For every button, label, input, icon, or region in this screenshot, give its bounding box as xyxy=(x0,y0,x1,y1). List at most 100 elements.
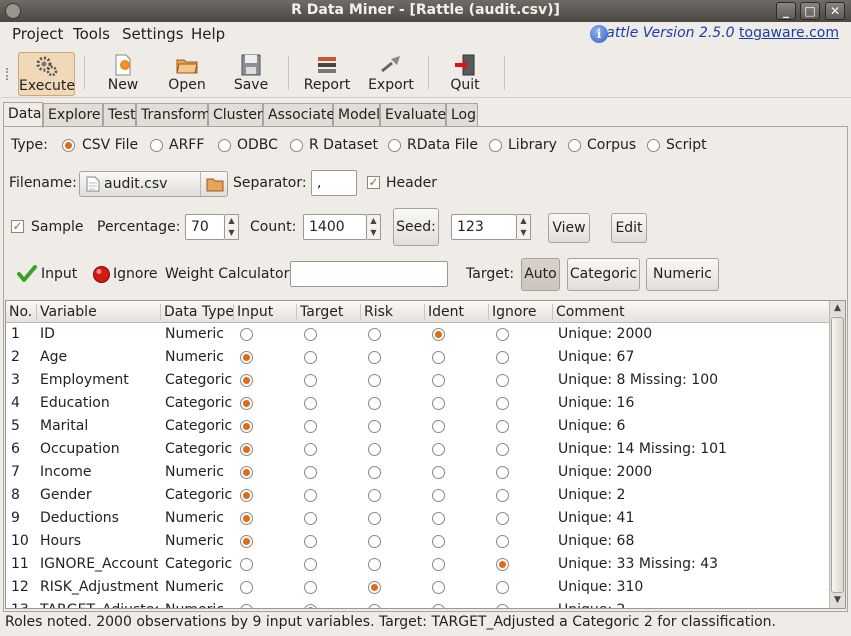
type-option-corpus[interactable]: Corpus xyxy=(587,137,636,153)
role-radio-ident[interactable] xyxy=(432,558,445,571)
table-row[interactable]: 6 Occupation Categoric Unique: 14 Missing: … xyxy=(6,438,830,461)
table-row[interactable]: 13 TARGET_Adjusted Numeric Unique: 2 xyxy=(6,599,830,608)
role-radio-input[interactable] xyxy=(240,512,253,525)
role-radio-ident[interactable] xyxy=(432,581,445,594)
new-button[interactable]: New xyxy=(100,52,146,96)
count-spinner[interactable]: ▲ ▼ xyxy=(367,214,381,240)
role-radio-risk[interactable] xyxy=(368,443,381,456)
role-radio-target[interactable] xyxy=(304,489,317,502)
role-radio-target[interactable] xyxy=(304,581,317,594)
table-row[interactable]: 10 Hours Numeric Unique: 68 xyxy=(6,530,830,553)
role-radio-risk[interactable] xyxy=(368,351,381,364)
table-row[interactable]: 8 Gender Categoric Unique: 2 xyxy=(6,484,830,507)
tab-transform[interactable]: Transform xyxy=(136,103,211,126)
table-row[interactable]: 3 Employment Categoric Unique: 8 Missing: 1… xyxy=(6,369,830,392)
role-radio-ignore[interactable] xyxy=(496,535,509,548)
tab-data[interactable]: Data xyxy=(3,102,43,128)
role-radio-ident[interactable] xyxy=(432,397,445,410)
sample-label[interactable]: Sample xyxy=(31,219,84,235)
table-row[interactable]: 5 Marital Categoric Unique: 6 xyxy=(6,415,830,438)
column-header-no[interactable]: No. xyxy=(9,304,32,320)
count-input[interactable]: 1400 xyxy=(303,214,367,240)
role-radio-ident[interactable] xyxy=(432,489,445,502)
type-radio-arff[interactable] xyxy=(150,139,163,152)
tab-explore[interactable]: Explore xyxy=(43,103,103,126)
percentage-spinner[interactable]: ▲ ▼ xyxy=(225,214,239,240)
role-radio-input[interactable] xyxy=(240,489,253,502)
seed-button[interactable]: Seed: xyxy=(393,208,439,246)
table-row[interactable]: 9 Deductions Numeric Unique: 41 xyxy=(6,507,830,530)
role-radio-ident[interactable] xyxy=(432,374,445,387)
column-header-variable[interactable]: Variable xyxy=(40,304,97,320)
type-option-rdatafile[interactable]: RData File xyxy=(407,137,478,153)
role-radio-input[interactable] xyxy=(240,535,253,548)
menu-tools[interactable]: Tools xyxy=(73,25,110,43)
report-button[interactable]: Report xyxy=(302,52,352,96)
view-button[interactable]: View xyxy=(548,213,590,243)
type-option-script[interactable]: Script xyxy=(666,137,707,153)
separator-input[interactable]: , xyxy=(311,170,357,196)
type-radio-csv[interactable] xyxy=(62,139,75,152)
tab-evaluate[interactable]: Evaluate xyxy=(380,103,446,126)
scroll-down-arrow-icon[interactable]: ▼ xyxy=(830,593,845,608)
role-radio-risk[interactable] xyxy=(368,328,381,341)
column-header-data-type[interactable]: Data Type xyxy=(164,304,234,320)
role-radio-input[interactable] xyxy=(240,374,253,387)
seed-input[interactable]: 123 xyxy=(451,214,517,240)
role-radio-ident[interactable] xyxy=(432,420,445,433)
role-radio-ident[interactable] xyxy=(432,512,445,525)
role-radio-risk[interactable] xyxy=(368,466,381,479)
menu-project[interactable]: Project xyxy=(12,25,63,43)
export-button[interactable]: Export xyxy=(366,52,416,96)
type-radio-rdatafile[interactable] xyxy=(388,139,401,152)
role-radio-ident[interactable] xyxy=(432,466,445,479)
tab-cluster[interactable]: Cluster xyxy=(208,103,263,126)
role-radio-ident[interactable] xyxy=(432,328,445,341)
target-auto-button[interactable]: Auto xyxy=(521,258,560,291)
role-radio-risk[interactable] xyxy=(368,581,381,594)
weight-calculator-input[interactable] xyxy=(290,261,448,287)
type-option-rdataset[interactable]: R Dataset xyxy=(309,137,378,153)
tab-associate[interactable]: Associate xyxy=(263,103,335,126)
column-header-target[interactable]: Target xyxy=(300,304,343,320)
role-radio-ignore[interactable] xyxy=(496,397,509,410)
header-checkbox[interactable]: ✓ xyxy=(367,176,380,189)
minimize-button[interactable]: _ xyxy=(776,2,796,20)
open-button[interactable]: Open xyxy=(164,52,210,96)
ignore-button[interactable]: Ignore xyxy=(89,263,158,285)
role-radio-risk[interactable] xyxy=(368,489,381,502)
variables-table[interactable]: No. Variable Data Type Input Target Risk… xyxy=(5,300,846,609)
tab-model[interactable]: Model xyxy=(333,103,380,126)
role-radio-target[interactable] xyxy=(304,420,317,433)
column-header-input[interactable]: Input xyxy=(237,304,273,320)
role-radio-ignore[interactable] xyxy=(496,420,509,433)
table-row[interactable]: 12 RISK_Adjustment Numeric Unique: 310 xyxy=(6,576,830,599)
seed-spinner[interactable]: ▲ ▼ xyxy=(517,214,531,240)
role-radio-ident[interactable] xyxy=(432,535,445,548)
role-radio-ignore[interactable] xyxy=(496,466,509,479)
tab-log[interactable]: Log xyxy=(446,103,478,126)
role-radio-input[interactable] xyxy=(240,328,253,341)
tab-test[interactable]: Test xyxy=(103,103,136,126)
execute-button[interactable]: Execute xyxy=(18,52,75,96)
type-radio-script[interactable] xyxy=(647,139,660,152)
quit-button[interactable]: Quit xyxy=(442,52,488,96)
role-radio-ignore[interactable] xyxy=(496,512,509,525)
menu-help[interactable]: Help xyxy=(191,25,225,43)
role-radio-ident[interactable] xyxy=(432,604,445,608)
type-radio-library[interactable] xyxy=(489,139,502,152)
sample-checkbox[interactable]: ✓ xyxy=(11,220,24,233)
role-radio-ignore[interactable] xyxy=(496,374,509,387)
table-row[interactable]: 2 Age Numeric Unique: 67 xyxy=(6,346,830,369)
role-radio-target[interactable] xyxy=(304,558,317,571)
type-radio-corpus[interactable] xyxy=(568,139,581,152)
percentage-input[interactable]: 70 xyxy=(185,214,225,240)
togaware-link[interactable]: togaware.com xyxy=(739,25,839,41)
type-option-odbc[interactable]: ODBC xyxy=(237,137,278,153)
target-categoric-button[interactable]: Categoric xyxy=(567,258,640,291)
role-radio-input[interactable] xyxy=(240,397,253,410)
column-header-ignore[interactable]: Ignore xyxy=(492,304,537,320)
role-radio-input[interactable] xyxy=(240,466,253,479)
save-button[interactable]: Save xyxy=(228,52,274,96)
role-radio-ignore[interactable] xyxy=(496,489,509,502)
